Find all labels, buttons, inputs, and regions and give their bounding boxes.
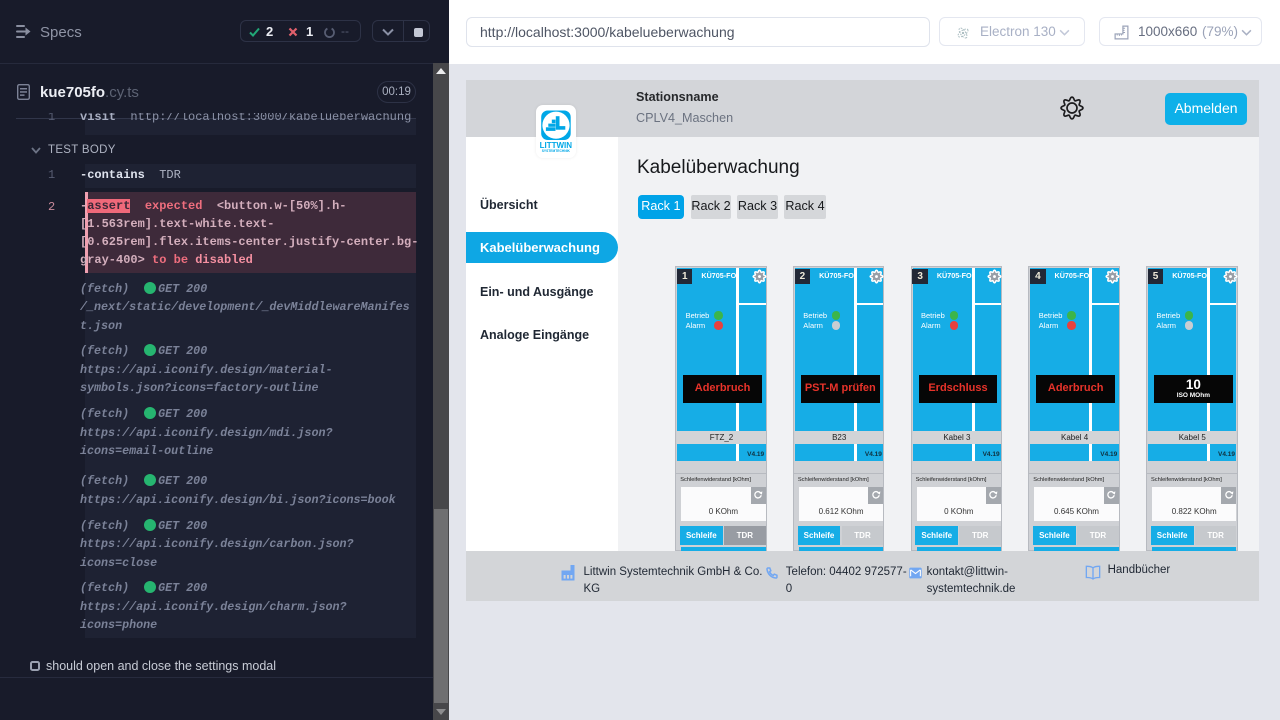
svg-text:SYSTEMTECHNIK: SYSTEMTECHNIK [542, 148, 571, 152]
